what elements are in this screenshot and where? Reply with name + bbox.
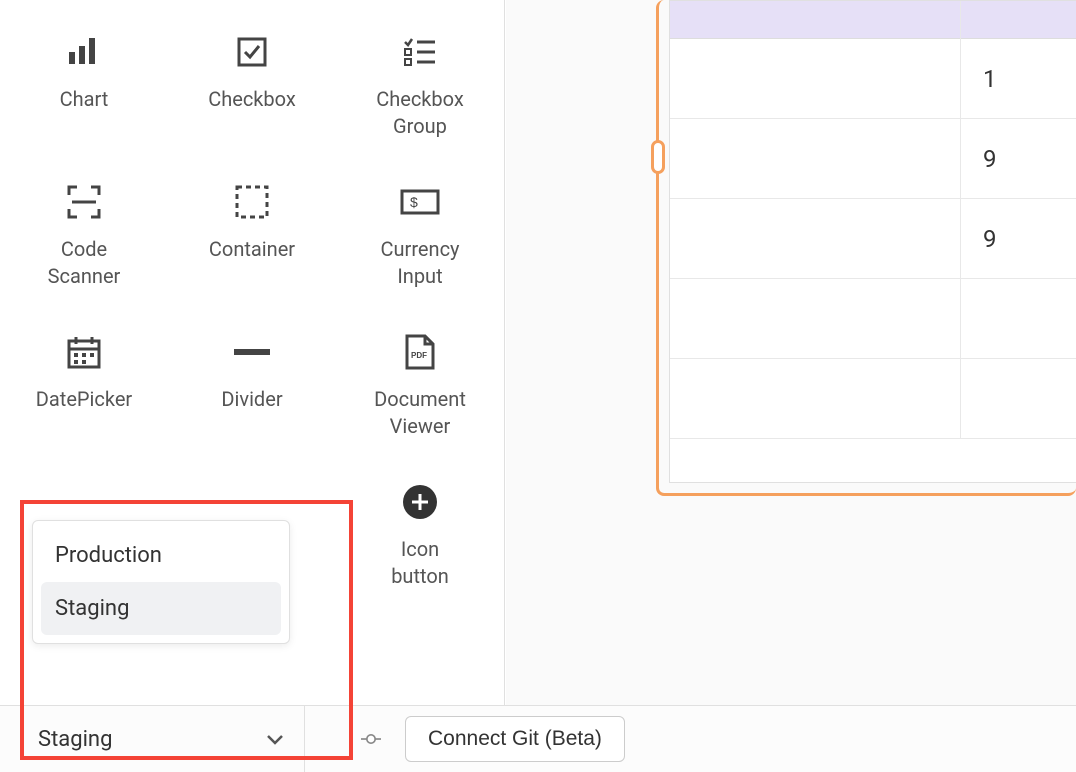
table-header-cell[interactable] (960, 1, 1076, 39)
environment-dropdown-menu: Production Staging (32, 520, 290, 644)
component-label: Checkbox Group (376, 86, 464, 140)
environment-selector[interactable]: Staging (0, 706, 305, 772)
table-row[interactable]: 9 (670, 119, 1076, 199)
environment-selector-label: Staging (38, 727, 112, 752)
component-datepicker[interactable]: DatePicker (0, 310, 168, 460)
checkbox-group-icon (398, 30, 442, 74)
bottom-bar: Staging Connect Git (Beta) (0, 705, 1076, 772)
plus-circle-icon (398, 480, 442, 524)
component-label: Code Scanner (48, 236, 121, 290)
checkbox-icon (230, 30, 274, 74)
component-code-scanner[interactable]: Code Scanner (0, 160, 168, 310)
container-icon (230, 180, 274, 224)
dropdown-option-production[interactable]: Production (41, 529, 281, 582)
document-icon: PDF (398, 330, 442, 374)
component-checkbox-group[interactable]: Checkbox Group (336, 10, 504, 160)
component-label: Chart (60, 86, 109, 113)
component-document-viewer[interactable]: PDF Document Viewer (336, 310, 504, 460)
table-cell[interactable]: 9 (960, 119, 1076, 199)
component-currency-input[interactable]: $ Currency Input (336, 160, 504, 310)
connect-git-button[interactable]: Connect Git (Beta) (405, 716, 625, 762)
table-inner: 1 9 9 (669, 0, 1076, 483)
table-row[interactable]: 9 (670, 199, 1076, 279)
chevron-down-icon (266, 727, 284, 752)
chart-icon (62, 30, 106, 74)
table-row[interactable] (670, 359, 1076, 439)
currency-input-icon: $ (398, 180, 442, 224)
component-label: Icon button (391, 536, 449, 590)
divider-icon (230, 330, 274, 374)
table-cell[interactable]: 1 (960, 39, 1076, 119)
table-cell[interactable]: 9 (960, 199, 1076, 279)
component-label: Divider (221, 386, 282, 413)
table-cell[interactable] (960, 279, 1076, 359)
component-divider[interactable]: Divider (168, 310, 336, 460)
calendar-icon (62, 330, 106, 374)
svg-text:PDF: PDF (411, 351, 427, 360)
git-commit-icon (361, 729, 381, 749)
table-row[interactable] (670, 279, 1076, 359)
table-row[interactable]: 1 (670, 39, 1076, 119)
dropdown-option-staging[interactable]: Staging (41, 582, 281, 635)
resize-handle-left[interactable] (651, 140, 665, 174)
svg-text:$: $ (410, 194, 418, 210)
component-label: Document Viewer (374, 386, 466, 440)
component-checkbox[interactable]: Checkbox (168, 10, 336, 160)
component-label: Currency Input (381, 236, 460, 290)
canvas-area[interactable]: 1 9 9 (506, 0, 1076, 705)
selected-table-widget[interactable]: 1 9 9 (656, 0, 1076, 496)
component-container[interactable]: Container (168, 160, 336, 310)
component-icon-button[interactable]: Icon button (336, 460, 504, 610)
component-label: DatePicker (36, 386, 132, 413)
table-header-row (670, 1, 1076, 39)
component-label: Checkbox (208, 86, 296, 113)
component-chart[interactable]: Chart (0, 10, 168, 160)
table-cell[interactable] (960, 359, 1076, 439)
component-label: Container (209, 236, 295, 263)
code-scanner-icon (62, 180, 106, 224)
